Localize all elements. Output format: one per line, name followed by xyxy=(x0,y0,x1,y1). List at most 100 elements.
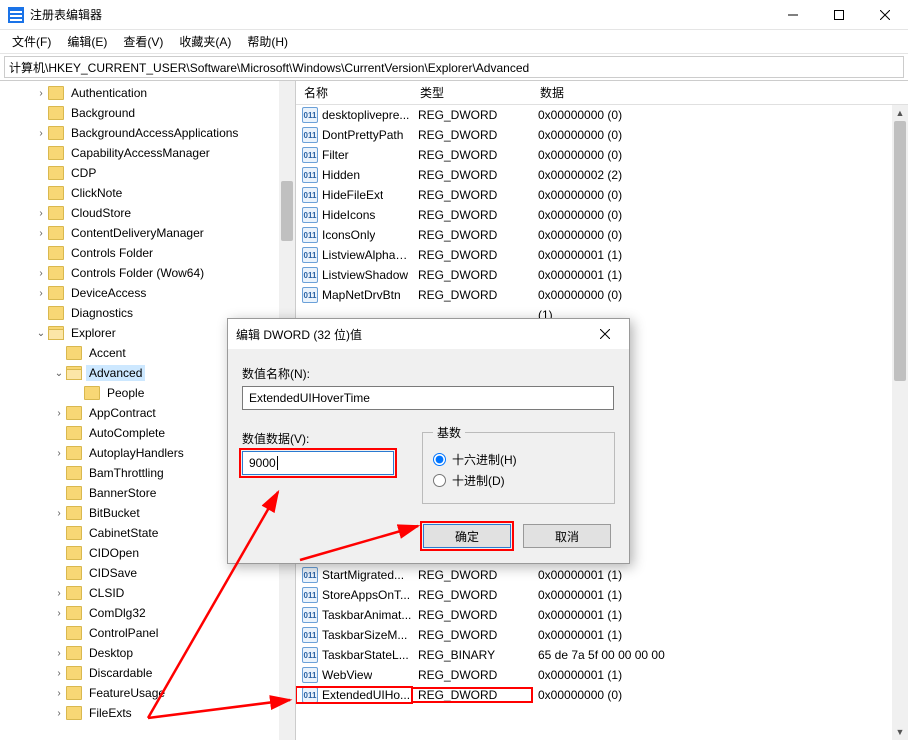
value-name: WebView xyxy=(322,668,372,682)
list-row[interactable]: 011WebViewREG_DWORD0x00000001 (1) xyxy=(296,665,908,685)
minimize-button[interactable] xyxy=(770,0,816,29)
tree-item[interactable]: ›Discardable xyxy=(0,663,295,683)
tree-item-label: CLSID xyxy=(86,585,127,601)
tree-item[interactable]: CIDSave xyxy=(0,563,295,583)
tree-item[interactable]: CapabilityAccessManager xyxy=(0,143,295,163)
tree-item[interactable]: ›DeviceAccess xyxy=(0,283,295,303)
chevron-right-icon[interactable]: › xyxy=(52,588,66,599)
address-bar[interactable]: 计算机\HKEY_CURRENT_USER\Software\Microsoft… xyxy=(4,56,904,78)
dword-icon: 011 xyxy=(302,687,318,703)
tree-item[interactable]: ›Desktop xyxy=(0,643,295,663)
tree-item[interactable]: ›FeatureUsage xyxy=(0,683,295,703)
tree-item[interactable]: ClickNote xyxy=(0,183,295,203)
value-name: DontPrettyPath xyxy=(322,128,403,142)
chevron-right-icon[interactable]: › xyxy=(52,688,66,699)
list-row[interactable]: 011DontPrettyPathREG_DWORD0x00000000 (0) xyxy=(296,125,908,145)
list-row[interactable]: 011HideFileExtREG_DWORD0x00000000 (0) xyxy=(296,185,908,205)
list-row[interactable]: 011ExtendedUIHo...REG_DWORD0x00000000 (0… xyxy=(296,685,908,705)
chevron-right-icon[interactable]: › xyxy=(52,668,66,679)
scroll-down-icon[interactable]: ▼ xyxy=(892,724,908,740)
value-data: 0x00000000 (0) xyxy=(532,128,908,142)
value-data-field[interactable]: 9000 xyxy=(242,451,394,475)
scroll-up-icon[interactable]: ▲ xyxy=(892,105,908,121)
tree-item[interactable]: CDP xyxy=(0,163,295,183)
list-row[interactable]: 011ListviewAlphaS...REG_DWORD0x00000001 … xyxy=(296,245,908,265)
tree-item[interactable]: Controls Folder xyxy=(0,243,295,263)
col-data[interactable]: 数据 xyxy=(532,84,908,101)
chevron-right-icon[interactable]: › xyxy=(52,708,66,719)
folder-icon xyxy=(48,206,64,220)
tree-item[interactable]: › CLSID xyxy=(0,583,295,603)
tree-item[interactable]: ›ContentDeliveryManager xyxy=(0,223,295,243)
tree-item[interactable]: › Controls Folder (Wow64) xyxy=(0,263,295,283)
menu-view[interactable]: 查看(V) xyxy=(115,31,171,52)
tree-item[interactable]: ›BackgroundAccessApplications xyxy=(0,123,295,143)
dialog-close-button[interactable] xyxy=(589,322,621,346)
chevron-right-icon[interactable]: › xyxy=(34,288,48,299)
folder-icon xyxy=(66,526,82,540)
maximize-button[interactable] xyxy=(816,0,862,29)
dword-icon: 011 xyxy=(302,287,318,303)
tree-item[interactable]: ›ComDlg32 xyxy=(0,603,295,623)
folder-icon xyxy=(66,546,82,560)
value-name: TaskbarAnimat... xyxy=(322,608,411,622)
dword-icon: 011 xyxy=(302,627,318,643)
tree-item-label: Controls Folder (Wow64) xyxy=(68,265,207,281)
chevron-right-icon[interactable]: › xyxy=(52,448,66,459)
value-data-label: 数值数据(V): xyxy=(242,430,422,447)
value-name: HideFileExt xyxy=(322,188,383,202)
tree-item[interactable]: ›Authentication xyxy=(0,83,295,103)
chevron-down-icon[interactable]: ⌄ xyxy=(34,328,48,339)
chevron-right-icon[interactable]: › xyxy=(52,408,66,419)
tree-item[interactable]: Background xyxy=(0,103,295,123)
folder-icon xyxy=(48,166,64,180)
chevron-right-icon[interactable]: › xyxy=(34,208,48,219)
base-group: 基数 十六进制(H) 十进制(D) xyxy=(422,424,615,504)
list-row[interactable]: 011TaskbarAnimat...REG_DWORD0x00000001 (… xyxy=(296,605,908,625)
list-row[interactable]: 011TaskbarStateL...REG_BINARY65 de 7a 5f… xyxy=(296,645,908,665)
tree-item-label: CDP xyxy=(68,165,99,181)
list-row[interactable]: 011HideIconsREG_DWORD0x00000000 (0) xyxy=(296,205,908,225)
cancel-button[interactable]: 取消 xyxy=(523,524,611,548)
radix-dec[interactable]: 十进制(D) xyxy=(433,472,604,489)
menu-fav[interactable]: 收藏夹(A) xyxy=(171,31,239,52)
tree-item[interactable]: ›CloudStore xyxy=(0,203,295,223)
chevron-right-icon[interactable]: › xyxy=(34,128,48,139)
list-scrollbar[interactable]: ▲ ▼ xyxy=(892,105,908,740)
list-row[interactable]: 011HiddenREG_DWORD0x00000002 (2) xyxy=(296,165,908,185)
tree-item[interactable]: ›FileExts xyxy=(0,703,295,723)
radix-hex-input[interactable] xyxy=(433,453,446,466)
col-type[interactable]: 类型 xyxy=(412,84,532,101)
menu-edit[interactable]: 编辑(E) xyxy=(59,31,115,52)
folder-icon xyxy=(48,106,64,120)
col-name[interactable]: 名称 xyxy=(296,84,412,101)
list-row[interactable]: 011IconsOnlyREG_DWORD0x00000000 (0) xyxy=(296,225,908,245)
folder-icon xyxy=(66,466,82,480)
chevron-right-icon[interactable]: › xyxy=(52,648,66,659)
dword-icon: 011 xyxy=(302,207,318,223)
chevron-right-icon[interactable]: › xyxy=(34,88,48,99)
dword-icon: 011 xyxy=(302,147,318,163)
list-row[interactable]: 011desktoplivepre...REG_DWORD0x00000000 … xyxy=(296,105,908,125)
list-row[interactable]: 011StartMigrated...REG_DWORD0x00000001 (… xyxy=(296,565,908,585)
chevron-right-icon[interactable]: › xyxy=(34,268,48,279)
radix-hex[interactable]: 十六进制(H) xyxy=(433,451,604,468)
close-button[interactable] xyxy=(862,0,908,29)
tree-item-label: CIDSave xyxy=(86,565,140,581)
tree-item[interactable]: ControlPanel xyxy=(0,623,295,643)
value-data: 0x00000002 (2) xyxy=(532,168,908,182)
menu-help[interactable]: 帮助(H) xyxy=(239,31,296,52)
menu-file[interactable]: 文件(F) xyxy=(4,31,59,52)
chevron-right-icon[interactable]: › xyxy=(52,608,66,619)
chevron-right-icon[interactable]: › xyxy=(52,508,66,519)
list-row[interactable]: 011TaskbarSizeM...REG_DWORD0x00000001 (1… xyxy=(296,625,908,645)
list-row[interactable]: 011FilterREG_DWORD0x00000000 (0) xyxy=(296,145,908,165)
ok-button[interactable]: 确定 xyxy=(423,524,511,548)
chevron-down-icon[interactable]: ⌄ xyxy=(52,368,66,379)
list-row[interactable]: 011MapNetDrvBtnREG_DWORD0x00000000 (0) xyxy=(296,285,908,305)
value-name-field[interactable]: ExtendedUIHoverTime xyxy=(242,386,614,410)
radix-dec-input[interactable] xyxy=(433,474,446,487)
list-row[interactable]: 011StoreAppsOnT...REG_DWORD0x00000001 (1… xyxy=(296,585,908,605)
chevron-right-icon[interactable]: › xyxy=(34,228,48,239)
list-row[interactable]: 011ListviewShadowREG_DWORD0x00000001 (1) xyxy=(296,265,908,285)
